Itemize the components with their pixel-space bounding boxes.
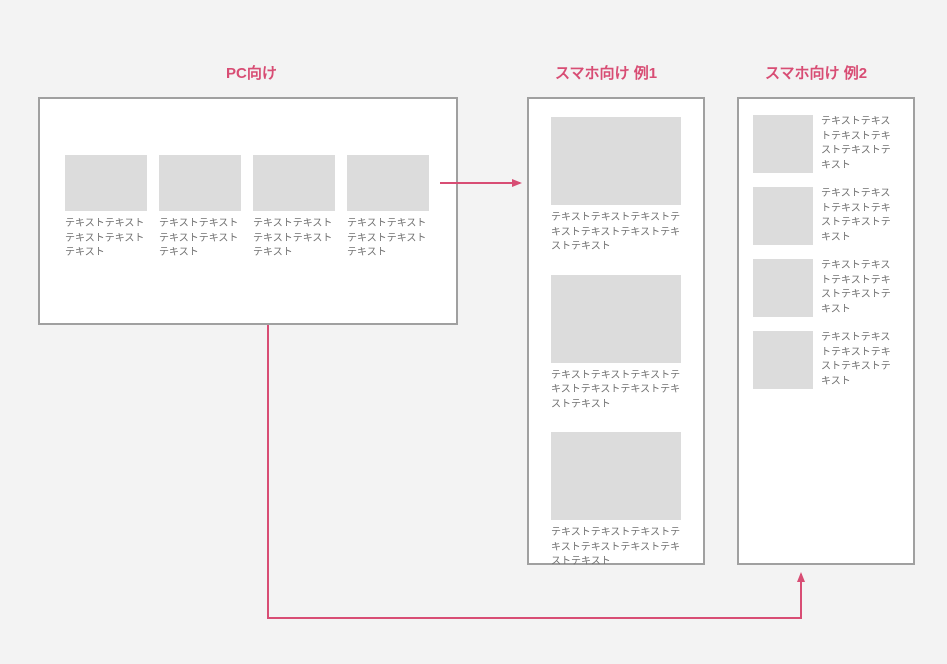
sp2-item: テキストテキストテキストテキストテキストテキスト xyxy=(753,115,899,173)
caption: テキストテキストテキストテキストテキストテキスト xyxy=(821,259,899,317)
caption: テキストテキストテキストテキストテキストテキストテキストテキスト xyxy=(551,211,681,255)
thumbnail-placeholder xyxy=(347,155,429,211)
caption: テキストテキストテキストテキストテキスト xyxy=(347,217,429,261)
caption: テキストテキストテキストテキストテキスト xyxy=(159,217,241,261)
thumbnail-placeholder xyxy=(753,115,813,173)
sp1-item: テキストテキストテキストテキストテキストテキストテキストテキスト xyxy=(551,432,681,570)
sp1-item: テキストテキストテキストテキストテキストテキストテキストテキスト xyxy=(551,275,681,413)
heading-pc: PC向け xyxy=(226,62,277,83)
caption: テキストテキストテキストテキストテキストテキスト xyxy=(821,115,899,173)
thumbnail-placeholder xyxy=(753,187,813,245)
sp1-panel: テキストテキストテキストテキストテキストテキストテキストテキスト テキストテキス… xyxy=(527,97,705,565)
sp2-item: テキストテキストテキストテキストテキストテキスト xyxy=(753,259,899,317)
pc-panel: テキストテキストテキストテキストテキスト テキストテキストテキストテキストテキス… xyxy=(38,97,458,325)
pc-item: テキストテキストテキストテキストテキスト xyxy=(347,155,429,261)
pc-row: テキストテキストテキストテキストテキスト テキストテキストテキストテキストテキス… xyxy=(65,155,431,261)
sp2-panel: テキストテキストテキストテキストテキストテキスト テキストテキストテキストテキス… xyxy=(737,97,915,565)
heading-sp1: スマホ向け 例1 xyxy=(555,62,657,83)
pc-item: テキストテキストテキストテキストテキスト xyxy=(253,155,335,261)
heading-sp2: スマホ向け 例2 xyxy=(765,62,867,83)
thumbnail-placeholder xyxy=(753,331,813,389)
thumbnail-placeholder xyxy=(65,155,147,211)
caption: テキストテキストテキストテキストテキストテキストテキストテキスト xyxy=(551,526,681,570)
caption: テキストテキストテキストテキストテキストテキストテキストテキスト xyxy=(551,369,681,413)
thumbnail-placeholder xyxy=(753,259,813,317)
thumbnail-placeholder xyxy=(159,155,241,211)
caption: テキストテキストテキストテキストテキスト xyxy=(65,217,147,261)
sp2-item: テキストテキストテキストテキストテキストテキスト xyxy=(753,187,899,245)
pc-item: テキストテキストテキストテキストテキスト xyxy=(65,155,147,261)
thumbnail-placeholder xyxy=(253,155,335,211)
thumbnail-placeholder xyxy=(551,275,681,363)
sp2-item: テキストテキストテキストテキストテキストテキスト xyxy=(753,331,899,389)
caption: テキストテキストテキストテキストテキスト xyxy=(253,217,335,261)
pc-item: テキストテキストテキストテキストテキスト xyxy=(159,155,241,261)
thumbnail-placeholder xyxy=(551,432,681,520)
caption: テキストテキストテキストテキストテキストテキスト xyxy=(821,331,899,389)
sp1-item: テキストテキストテキストテキストテキストテキストテキストテキスト xyxy=(551,117,681,255)
thumbnail-placeholder xyxy=(551,117,681,205)
caption: テキストテキストテキストテキストテキストテキスト xyxy=(821,187,899,245)
